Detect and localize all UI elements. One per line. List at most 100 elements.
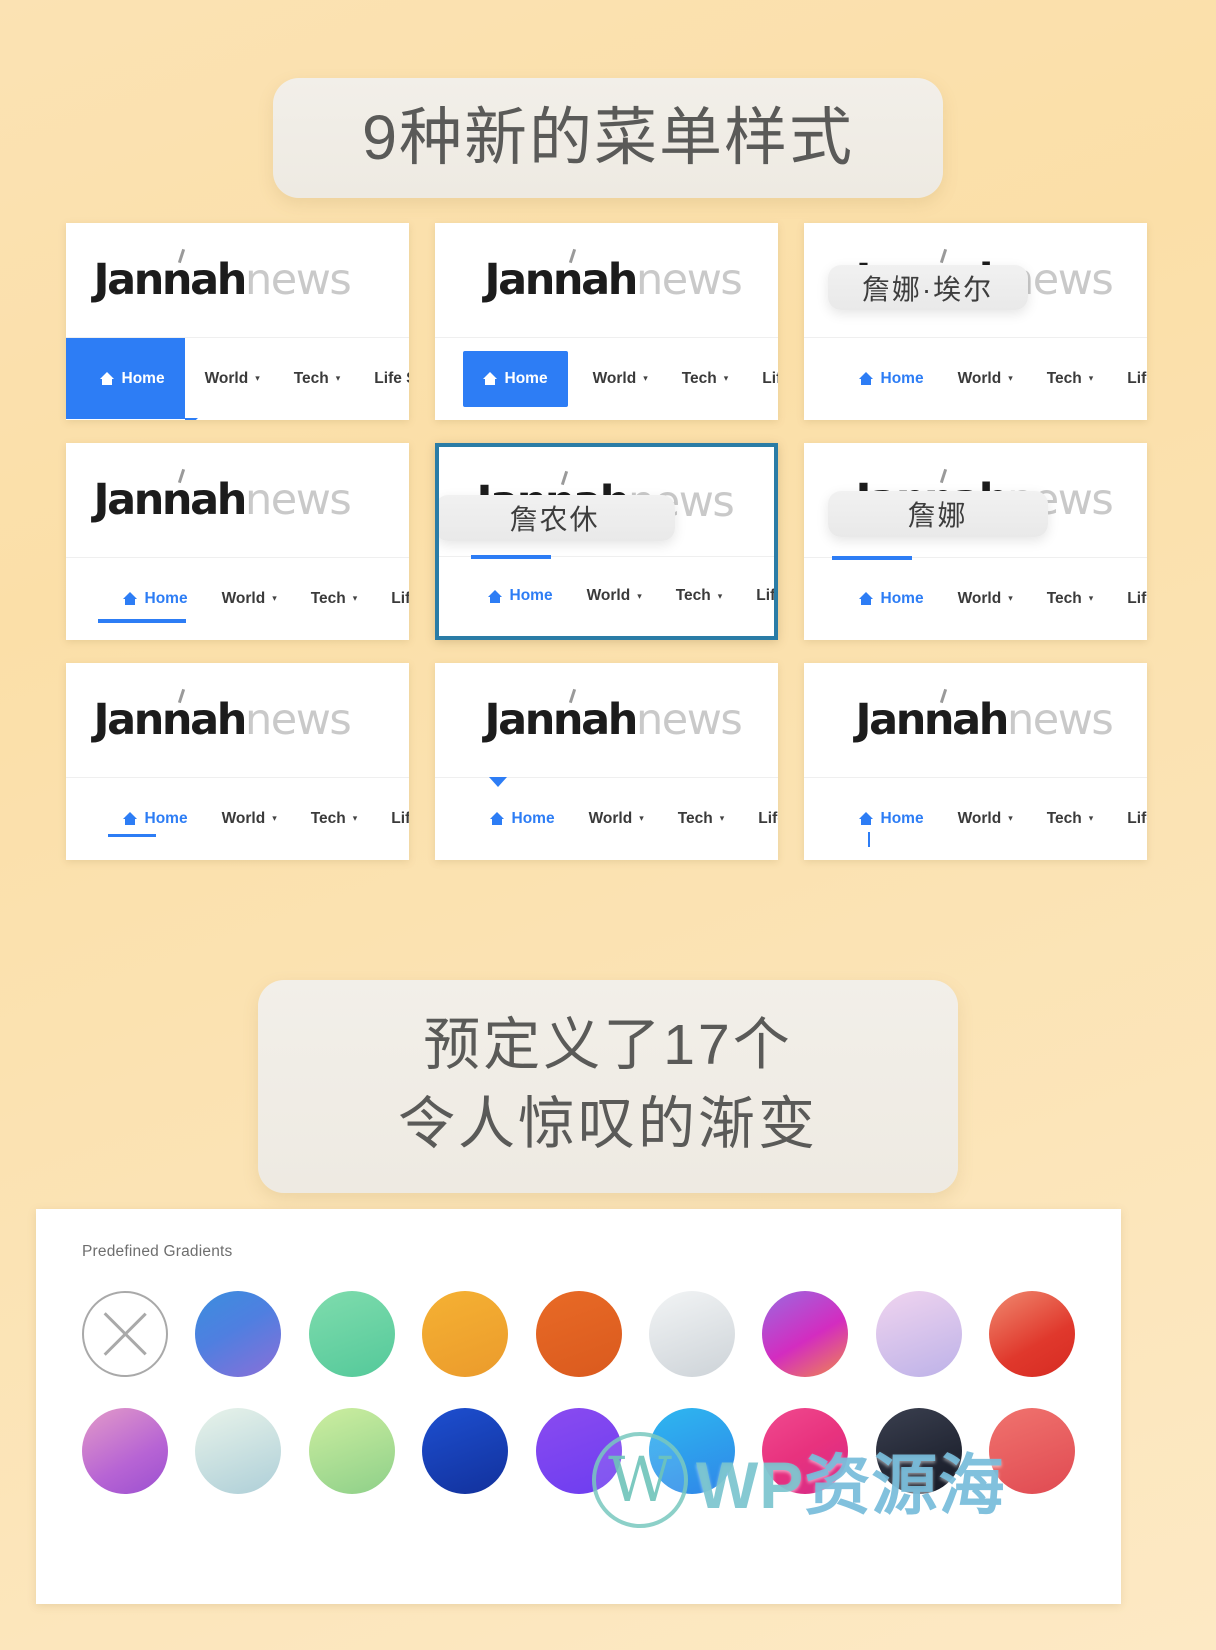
logo-light: news	[244, 475, 352, 525]
nav-label: World	[221, 589, 266, 607]
nav-item-world[interactable]: World ▾	[205, 590, 294, 608]
logo-area: Jannahnews	[65, 663, 409, 778]
menu-card-8[interactable]: Jannahnews Home World ▾ Tech ▾ Life Styl…	[434, 663, 778, 860]
logo-area: Jannahnews 詹娜	[803, 443, 1147, 558]
gradient-swatch-none[interactable]	[82, 1291, 168, 1377]
nav-item-world[interactable]: World ▾	[576, 370, 665, 388]
nav-label: World	[957, 369, 1002, 387]
nav-item-tech[interactable]: Tech ▾	[1030, 370, 1111, 388]
chevron-down-icon: ▾	[1088, 813, 1094, 823]
gradient-swatch-pink-rose[interactable]	[762, 1408, 849, 1494]
nav-item-home[interactable]: Home	[842, 370, 941, 388]
gradient-swatch-pink-purple[interactable]	[82, 1408, 168, 1494]
gradient-swatch-blue-purple[interactable]	[195, 1291, 282, 1377]
gradient-swatch-deep-blue[interactable]	[422, 1408, 509, 1494]
gradient-row-1	[82, 1291, 1075, 1377]
logo-bold: Jannah	[93, 475, 248, 525]
menu-card-3[interactable]: Jannahnews 詹娜·埃尔 Home World ▾ Tech ▾ Lif…	[803, 223, 1147, 420]
nav-item-tech[interactable]: Tech ▾	[277, 370, 358, 388]
nav-item-tech[interactable]: Tech ▾	[1030, 590, 1111, 608]
logo-light: news	[244, 695, 352, 745]
nav-item-world[interactable]: World ▾	[941, 590, 1030, 608]
gradient-swatch-salmon[interactable]	[989, 1408, 1075, 1494]
heading-gradients-line1: 预定义了17个	[423, 1013, 793, 1077]
logo-light: news	[244, 255, 352, 305]
nav-item-home[interactable]: Home	[106, 590, 205, 608]
nav-item-lifestyle[interactable]: Life Style ▾	[1110, 370, 1146, 388]
nav-item-world[interactable]: World ▾	[941, 810, 1030, 828]
nav-label: Tech	[1046, 369, 1082, 387]
nav-item-tech[interactable]: Tech ▾	[294, 590, 375, 608]
menu-card-7[interactable]: Jannahnews Home World ▾ Tech ▾ Life Styl…	[65, 663, 409, 860]
nav-item-tech[interactable]: Tech ▾	[659, 587, 740, 605]
nav-bar: Home World ▾ Tech ▾ Life Style ▾	[66, 558, 409, 639]
nav-item-lifestyle[interactable]: Life Style ▾	[1110, 590, 1146, 608]
gradient-swatch-silver[interactable]	[648, 1291, 735, 1377]
menu-card-9[interactable]: Jannahnews Home World ▾ Tech ▾ Life Styl…	[803, 663, 1147, 860]
gradient-swatch-cyan-blue[interactable]	[648, 1408, 735, 1494]
active-topline	[831, 556, 912, 560]
nav-item-lifestyle[interactable]: Life Style ▾	[741, 810, 777, 828]
active-pointer-icon	[184, 418, 198, 420]
gradient-swatch-indigo-violet[interactable]	[535, 1408, 622, 1494]
gradient-swatch-orange-red[interactable]	[535, 1291, 622, 1377]
nav-item-world[interactable]: World ▾	[188, 370, 277, 388]
nav-item-lifestyle[interactable]: Life Style ▾	[374, 810, 408, 828]
nav-label: Life Style	[1127, 809, 1147, 827]
nav-item-lifestyle[interactable]: Life Style ▾	[1110, 810, 1146, 828]
gradient-swatch-lavender[interactable]	[875, 1291, 962, 1377]
nav-label: Life Style	[756, 587, 776, 604]
nav-label: Life Style	[374, 369, 408, 387]
nav-item-world[interactable]: World ▾	[570, 587, 659, 605]
menu-card-2[interactable]: Jannahnews Home World ▾ Tech ▾ Life Styl…	[434, 223, 778, 420]
nav-label: Tech	[1046, 589, 1082, 607]
home-icon	[858, 812, 874, 825]
logo-bold: Jannah	[484, 695, 639, 745]
nav-item-home[interactable]: Home	[462, 350, 568, 407]
gradient-swatch-violet-magenta[interactable]	[762, 1291, 849, 1377]
nav-item-home[interactable]: Home	[106, 810, 205, 828]
nav-item-lifestyle[interactable]: Life Style ▾	[745, 370, 777, 388]
menu-card-6[interactable]: Jannahnews 詹娜 Home World ▾ Tech ▾ Life S…	[803, 443, 1147, 640]
nav-item-tech[interactable]: Tech ▾	[665, 370, 746, 388]
chevron-down-icon: ▾	[1088, 373, 1094, 383]
chevron-down-icon: ▾	[643, 373, 648, 383]
menu-card-5[interactable]: Jannahnews 詹农休 Home World ▾ Tech ▾ Life …	[434, 443, 778, 640]
gradient-swatch-red-coral[interactable]	[989, 1291, 1075, 1377]
gradient-swatch-green-mint[interactable]	[308, 1291, 395, 1377]
nav-item-tech[interactable]: Tech ▾	[294, 810, 375, 828]
heading-menu-styles-wrap: 9种新的菜单样式	[0, 0, 1216, 198]
nav-item-home[interactable]: Home	[842, 810, 941, 828]
nav-item-tech[interactable]: Tech ▾	[661, 810, 742, 828]
nav-item-home[interactable]: Home	[471, 587, 570, 605]
logo-area: Jannahnews	[803, 663, 1147, 778]
nav-bar: Home World ▾ Tech ▾ Life Style ▾	[435, 777, 778, 859]
gradient-swatch-pale-mint[interactable]	[195, 1408, 282, 1494]
nav-item-world[interactable]: World ▾	[941, 370, 1030, 388]
nav-item-tech[interactable]: Tech ▾	[1030, 810, 1111, 828]
nav-item-world[interactable]: World ▾	[205, 810, 294, 828]
gradient-swatch-charcoal[interactable]	[875, 1408, 962, 1494]
menu-card-4[interactable]: Jannahnews Home World ▾ Tech ▾ Life Styl…	[65, 443, 409, 640]
nav-label: Tech	[677, 809, 713, 827]
nav-item-home[interactable]: Home	[473, 810, 572, 828]
nav-item-home[interactable]: Home	[65, 338, 198, 420]
nav-label: Life Style	[762, 369, 777, 387]
nav-item-world[interactable]: World ▾	[572, 810, 661, 828]
logo-area: Jannahnews	[434, 663, 778, 778]
gradient-swatch-lime-green[interactable]	[308, 1408, 395, 1494]
menu-card-1[interactable]: Jannahnews Home World ▾ Tech ▾ Life Styl…	[65, 223, 409, 420]
nav-item-lifestyle[interactable]: Life Style ▾	[739, 587, 776, 605]
nav-bar: Home World ▾ Tech ▾ Life Style ▾	[435, 338, 778, 419]
gradient-swatch-amber[interactable]	[422, 1291, 509, 1377]
nav-label: Life Style	[1127, 589, 1147, 607]
home-icon	[858, 372, 874, 385]
translation-overlay: 詹娜	[827, 491, 1048, 537]
nav-item-home[interactable]: Home	[842, 590, 941, 608]
chevron-down-icon: ▾	[1008, 373, 1013, 383]
jannah-logo: Jannahnews	[93, 468, 352, 525]
nav-item-lifestyle[interactable]: Life Style ▾	[374, 590, 408, 608]
nav-item-lifestyle[interactable]: Life Style ▾	[357, 370, 408, 388]
active-tick-icon	[867, 832, 870, 847]
active-caret-icon	[488, 777, 507, 787]
